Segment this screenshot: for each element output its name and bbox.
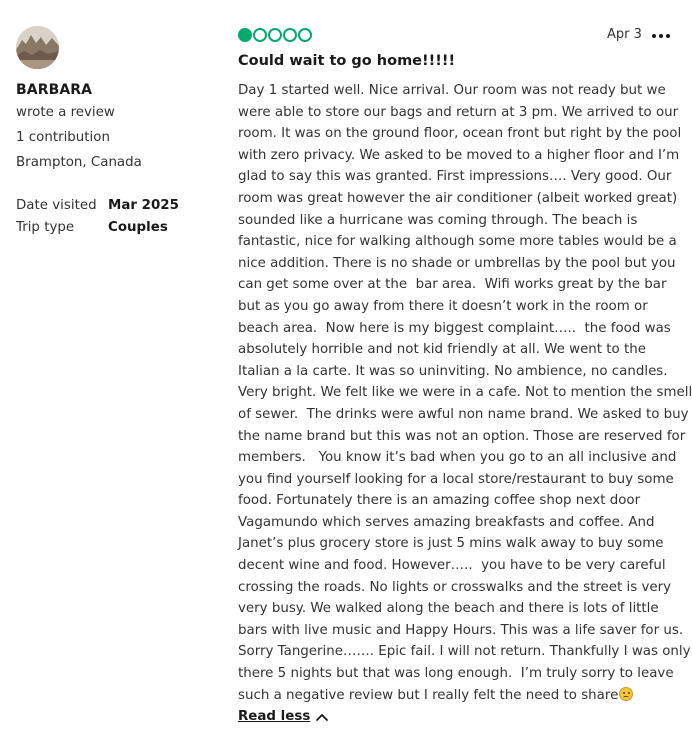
review-body-line: very busy. We walked along the beach and… (238, 601, 659, 617)
avatar[interactable] (16, 26, 59, 69)
review-body-line: the name brand but this was not an optio… (238, 428, 686, 444)
review-body-line: such a negative review but I really felt… (238, 685, 678, 707)
rating-bubble-filled (238, 28, 252, 42)
review-body-line: Vagamundo which serves amazing breakfast… (238, 514, 655, 530)
more-dot (652, 34, 656, 38)
review-body-line: can get some over at the bar area. Wifi … (238, 277, 667, 293)
frowning-face-icon (619, 686, 634, 701)
rating-bubble-empty (298, 28, 312, 42)
review-date: Apr 3 (607, 27, 642, 42)
date-visited-label: Date visited (16, 198, 97, 213)
review-body-line: beach area. Now here is my biggest compl… (238, 320, 671, 336)
review-body-line: room. It was on the ground floor, ocean … (238, 126, 682, 142)
review-body-line: Very bright. We felt like we were in a c… (238, 385, 692, 401)
rating-bubbles (238, 28, 312, 42)
rating-bubble-empty (253, 28, 267, 42)
more-dot (666, 34, 670, 38)
review-body-line: were able to store our bags and return a… (238, 104, 679, 120)
review-body-line: with zero privacy. We asked to be moved … (238, 147, 680, 163)
more-dot (659, 34, 663, 38)
review-body-line: absolutely horrible and not kid friendly… (238, 342, 646, 358)
trip-type-label: Trip type (16, 220, 75, 235)
review-title[interactable]: Could wait to go home!!!!! (238, 53, 455, 69)
review-action: wrote a review (16, 105, 115, 120)
trip-type-value: Couples (108, 220, 168, 235)
review-body-line: food. Fortunately there is an amazing co… (238, 493, 641, 509)
date-visited-value: Mar 2025 (108, 198, 179, 213)
review-body-line: there 5 nights but that was long enough.… (238, 666, 674, 682)
reviewer-location: Brampton, Canada (16, 155, 142, 170)
review-body-line: Day 1 started well. Nice arrival. Our ro… (238, 83, 666, 98)
read-less-label: Read less (238, 709, 311, 724)
review-body-line: room was great however the air condition… (238, 190, 678, 206)
review-body-line: Italian a la carte. It was so uninviting… (238, 363, 668, 379)
review-body: Day 1 started well. Nice arrival. Our ro… (238, 80, 692, 707)
review-body-line: Sorry Tangerine……. Epic fail. I will not… (238, 644, 691, 660)
review-body-line: glad to say this was granted. First impr… (238, 169, 672, 185)
avatar-photo (16, 26, 59, 69)
review-body-line: nice addition. There is no shade or umbr… (238, 255, 676, 271)
review-body-line: you find yourself looking for a local st… (238, 471, 674, 487)
review-body-line: Janet’s plus grocery store is just 5 min… (238, 536, 664, 552)
reviewer-name[interactable]: BARBARA (16, 82, 92, 98)
review-body-line: crossing the roads. No lights or crosswa… (238, 579, 672, 595)
review-body-line: members. You know it’s bad when you go t… (238, 450, 677, 466)
more-options-icon[interactable] (652, 34, 670, 38)
contribution-count: 1 contribution (16, 130, 110, 145)
review-body-line: decent wine and food. However….. you hav… (238, 558, 666, 574)
rating-bubble-empty (283, 28, 297, 42)
review-body-line: bars with live music and Happy Hours. Th… (238, 622, 684, 638)
review-body-line: of sewer. The drinks were awful non name… (238, 406, 689, 422)
chevron-up-icon (316, 713, 329, 721)
rating-bubble-empty (268, 28, 282, 42)
review-body-line: sounded like a hurricane was coming thro… (238, 212, 638, 228)
read-less-button[interactable]: Read less (238, 709, 329, 724)
review-body-line: fantastic, nice for walking although som… (238, 234, 677, 250)
review-body-line: but as you go away from there it doesn’t… (238, 298, 648, 314)
